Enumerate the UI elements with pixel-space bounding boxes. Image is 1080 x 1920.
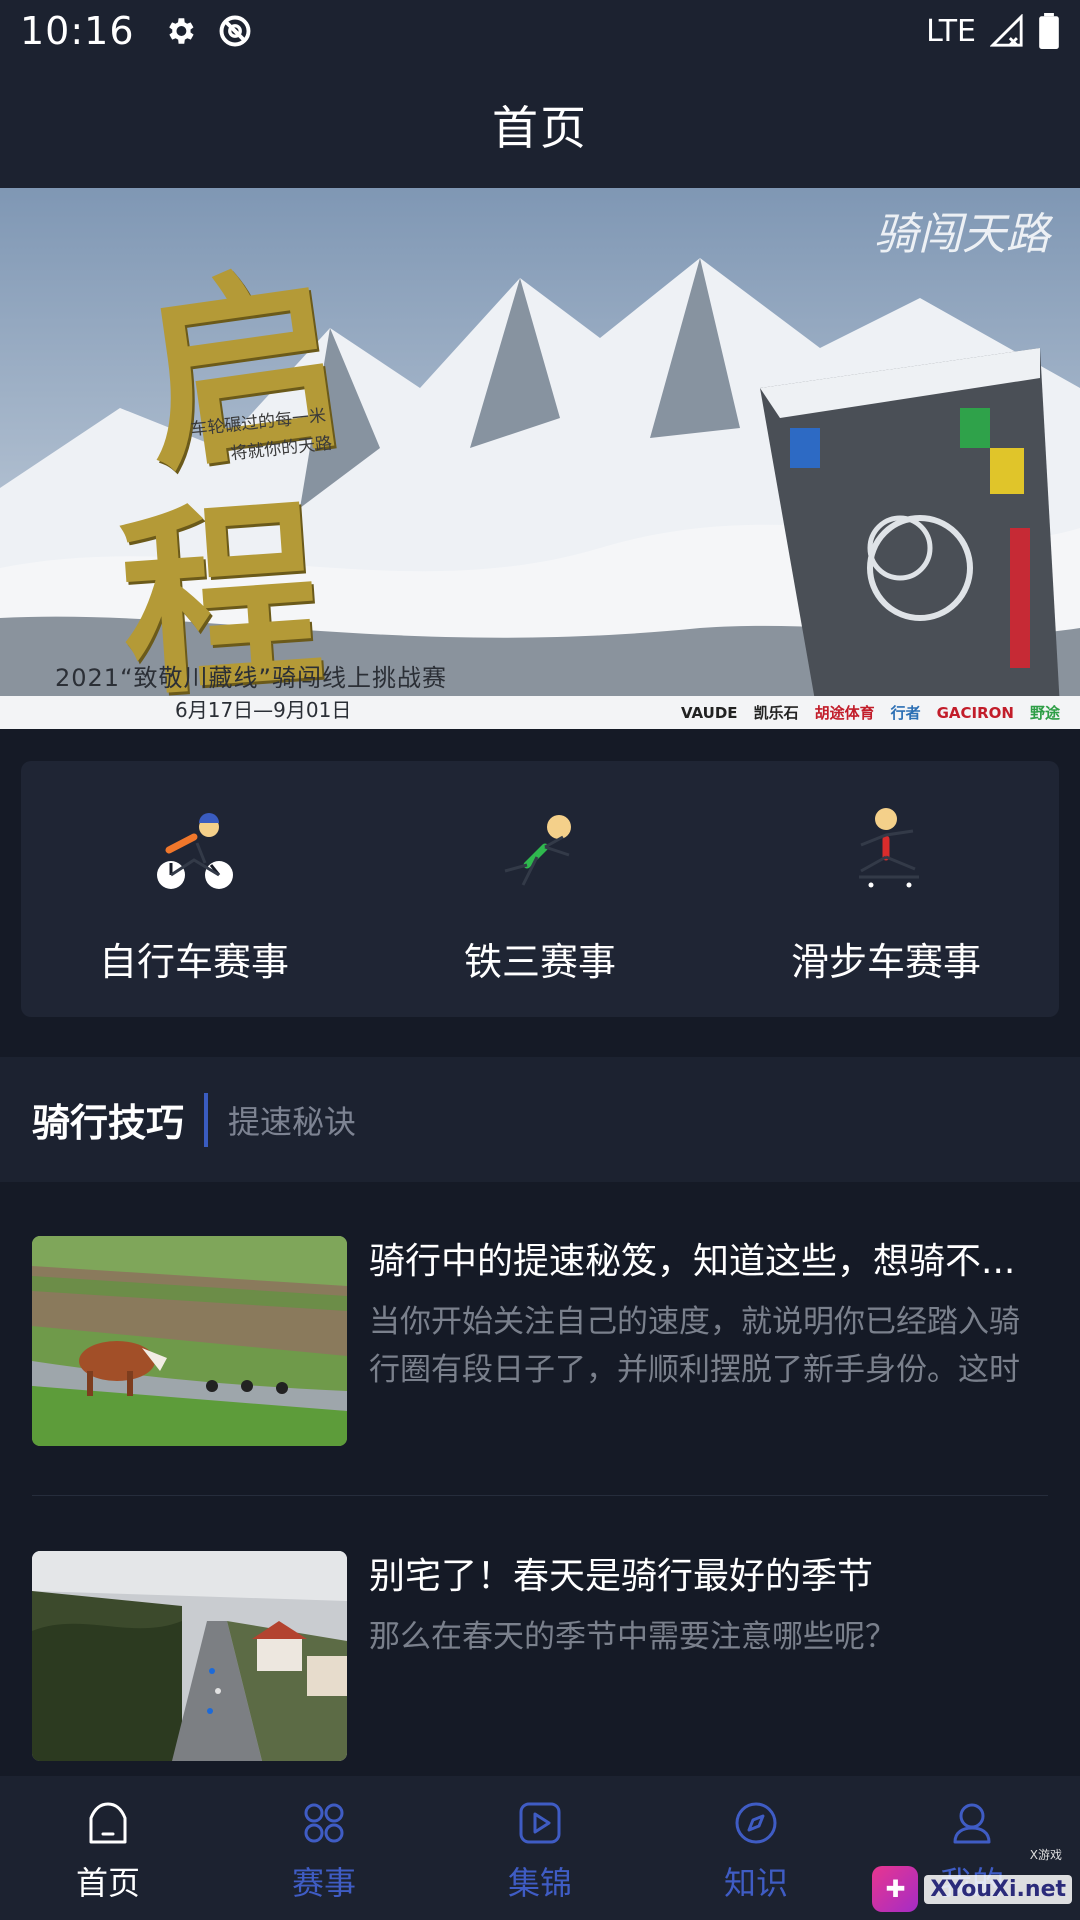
sponsor-logo: GACIRON xyxy=(936,703,1014,722)
banner-sponsor-logos: VAUDE 凯乐石 胡途体育 行者 GACIRON 野途 xyxy=(681,702,1060,723)
section-divider xyxy=(204,1092,209,1147)
article-item[interactable]: 骑行中的提速秘笈，知道这些，想骑不... 当你开始关注自己的速度，就说明你已经踏… xyxy=(32,1236,1048,1446)
article-item[interactable]: 别宅了！春天是骑行最好的季节 那么在春天的季节中需要注意哪些呢？ xyxy=(32,1551,1048,1761)
play-icon xyxy=(519,1802,561,1844)
category-label: 滑步车赛事 xyxy=(790,940,981,984)
gear-icon xyxy=(168,18,194,44)
article-text: 骑行中的提速秘笈，知道这些，想骑不... 当你开始关注自己的速度，就说明你已经踏… xyxy=(369,1236,1048,1446)
profile-icon xyxy=(953,1803,991,1844)
banner-dates: 6月17日—9月01日 xyxy=(175,698,352,722)
status-time: 10:16 xyxy=(20,9,135,53)
app-header: 首页 xyxy=(0,62,1080,188)
watermark-logo-icon: ✚ xyxy=(872,1866,919,1912)
grid-icon xyxy=(304,1803,344,1843)
road-village-image xyxy=(32,1551,347,1761)
battery-icon xyxy=(1039,13,1059,49)
compass-icon xyxy=(735,1802,777,1844)
nav-label: 赛事 xyxy=(291,1864,356,1902)
network-type: LTE xyxy=(926,13,976,49)
runner-icon xyxy=(504,815,571,886)
home-icon xyxy=(89,1802,127,1844)
signal-icon xyxy=(990,14,1023,47)
article-text: 别宅了！春天是骑行最好的季节 那么在春天的季节中需要注意哪些呢？ xyxy=(369,1551,1048,1761)
cyclist-icon xyxy=(157,813,233,889)
watermark-text: XYouXi.net xyxy=(924,1874,1072,1904)
nav-events[interactable]: 赛事 xyxy=(216,1776,432,1920)
nav-label: 知识 xyxy=(723,1864,788,1902)
article-thumbnail xyxy=(32,1551,347,1761)
app-root: 10:16 LTE 首页 启 程 车轮碾过的每一米 将就你的天路 骑闯天路 20… xyxy=(0,0,1080,1920)
banner-caption: 2021“致敬川藏线”骑闯线上挑战赛 xyxy=(55,664,447,692)
site-watermark: X游戏 ✚ XYouXi.net xyxy=(872,1848,1072,1912)
list-divider xyxy=(32,1495,1048,1496)
section-header: 骑行技巧 提速秘诀 xyxy=(0,1057,1080,1182)
nav-home[interactable]: 首页 xyxy=(0,1776,216,1920)
category-label: 铁三赛事 xyxy=(463,940,616,984)
section-title[interactable]: 骑行技巧 xyxy=(32,1092,184,1147)
status-right: LTE xyxy=(926,13,1060,49)
do-not-disturb-icon xyxy=(219,15,250,47)
category-label: 自行车赛事 xyxy=(98,940,289,984)
page-title: 首页 xyxy=(492,101,588,155)
balance-bike-icon xyxy=(859,808,919,888)
article-title: 骑行中的提速秘笈，知道这些，想骑不... xyxy=(369,1241,1016,1282)
watermark-small-text: X游戏 xyxy=(1029,1848,1062,1862)
section-subtitle[interactable]: 提速秘诀 xyxy=(228,1097,356,1143)
sponsor-logo: 凯乐石 xyxy=(753,704,799,722)
nav-label: 集锦 xyxy=(507,1864,572,1902)
status-left-icons xyxy=(163,13,253,49)
cow-field-image xyxy=(32,1236,347,1446)
sponsor-logo: 行者 xyxy=(890,704,921,722)
sponsor-logo: 胡途体育 xyxy=(814,704,875,722)
article-summary: 那么在春天的季节中需要注意哪些呢？ xyxy=(369,1619,896,1655)
category-cycling[interactable]: 自行车赛事 xyxy=(21,761,367,1017)
article-title: 别宅了！春天是骑行最好的季节 xyxy=(369,1556,874,1597)
promo-banner[interactable]: 启 程 车轮碾过的每一米 将就你的天路 骑闯天路 2021“致敬川藏线”骑闯线上… xyxy=(0,188,1080,729)
category-triathlon[interactable]: 铁三赛事 xyxy=(367,761,713,1017)
article-thumbnail xyxy=(32,1236,347,1446)
banner-corner-text: 骑闯天路 xyxy=(874,209,1050,260)
nav-label: 首页 xyxy=(75,1864,140,1902)
sponsor-logo: VAUDE xyxy=(680,703,738,722)
category-balance-bike[interactable]: 滑步车赛事 xyxy=(713,761,1059,1017)
article-summary: 当你开始关注自己的速度，就说明你已经踏入骑行圈有段日子了，并顺利摆脱了新手身份。… xyxy=(369,1304,1020,1388)
sponsor-logo: 野途 xyxy=(1029,704,1060,722)
nav-highlights[interactable]: 集锦 xyxy=(432,1776,648,1920)
status-bar: 10:16 LTE xyxy=(0,0,1080,62)
event-categories: 自行车赛事 铁三赛事 滑步车赛事 xyxy=(21,761,1059,1017)
nav-knowledge[interactable]: 知识 xyxy=(648,1776,864,1920)
